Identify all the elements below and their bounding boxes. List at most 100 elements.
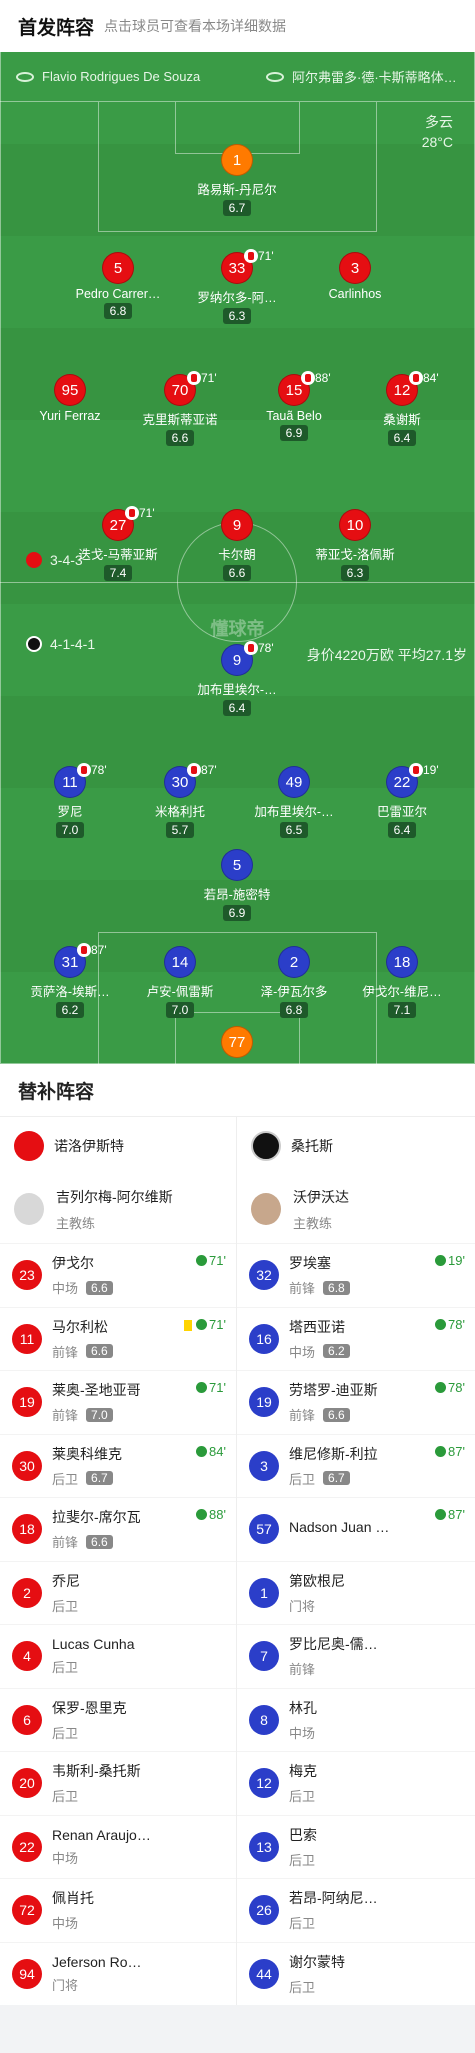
away-sub-row[interactable]: 19 劳塔罗-迪亚斯 前锋 6.6 78' [237,1370,475,1434]
sub-info: 谢尔蒙特 后卫 [289,1952,345,1996]
player-name: 路易斯-丹尼尔 [197,183,277,197]
home-sub-row[interactable]: 72 佩肖托 中场 [0,1878,236,1942]
away-sub-row[interactable]: 57 Nadson Juan … 87' [237,1497,475,1561]
sub-name: Nadson Juan … [289,1518,390,1535]
sub-time: 71' [258,249,274,263]
home-sub-row[interactable]: 4 Lucas Cunha 后卫 [0,1624,236,1688]
away-player[interactable]: 14 卢安-佩雷斯 7.0 [125,946,235,1019]
away-sub-row[interactable]: 7 罗比尼奥-儒… 前锋 [237,1624,475,1688]
away-player[interactable]: 9 78' 加布里埃尔-… 6.4 [182,641,292,717]
sub-number: 12 [249,1768,279,1799]
sub-rating: 6.6 [323,1407,350,1422]
sub-time: 84' [423,371,439,385]
sub-info: Jeferson Ro… 门将 [52,1954,141,1994]
away-player[interactable]: 11 78' 罗尼 7.0 [15,763,125,839]
player-name: 罗尼 [57,805,83,819]
home-sub-row[interactable]: 20 韦斯利-桑托斯 后卫 [0,1751,236,1815]
home-player[interactable]: 70 71' 克里斯蒂亚诺 6.6 [125,371,235,447]
home-sub-row[interactable]: 23 伊戈尔 中场 6.6 71' [0,1243,236,1307]
home-sub-row[interactable]: 6 保罗-恩里克 后卫 [0,1687,236,1752]
sub-number: 44 [249,1958,279,1989]
player-name: 罗纳尔多-阿… [197,291,277,305]
sub-pos-text: 后卫 [289,1471,316,1487]
away-player[interactable]: 30 87' 米格利托 5.7 [125,763,235,839]
home-sub-row[interactable]: 22 Renan Araujo… 中场 [0,1814,236,1879]
away-sub-row[interactable]: 16 塔西亚诺 中场 6.2 78' [237,1306,475,1371]
jersey-number: 10 [339,509,371,541]
sub-name: 梅克 [289,1763,317,1780]
sub-number: 2 [12,1577,42,1608]
home-subs-column: 诺洛伊斯特 吉列尔梅-阿尔维斯 主教练 23 伊戈尔 中场 6.6 71' 11 马尔利松前… [0,1117,237,2005]
sub-pos-text: 前锋 [289,1281,316,1297]
sub-in-time-text: 71' [209,1253,226,1268]
away-player[interactable]: 18 伊戈尔-维尼… 7.1 [347,946,457,1019]
jersey-number: 77 [221,1026,253,1058]
home-player[interactable]: 15 88' Tauã Belo 6.9 [239,371,349,442]
home-sub-row[interactable]: 19 莱奥-圣地亚哥 前锋 7.0 71' [0,1370,236,1434]
away-team-row[interactable]: 桑托斯 [237,1117,475,1175]
home-venue-icon [16,71,34,82]
home-player[interactable]: 95 Yuri Ferraz [15,374,125,423]
sub-in-time-text: 71' [209,1380,226,1395]
home-sub-row[interactable]: 11 马尔利松 前锋 6.6 71' [0,1306,236,1371]
away-player[interactable]: 5 若昂-施密特 6.9 [182,849,292,922]
player-rating: 6.9 [279,425,309,441]
player-rating: 6.4 [387,822,417,838]
player-name: 加布里埃尔-… [254,805,334,819]
sub-in-time: 78' [435,1380,465,1395]
away-sub-row[interactable]: 44 谢尔蒙特 后卫 [237,1941,475,2006]
sub-name: 巴索 [289,1826,317,1843]
player-rating: 6.6 [165,430,195,446]
away-sub-row[interactable]: 13 巴索 后卫 [237,1814,475,1879]
jersey-number: 31 87' [54,943,107,978]
sub-in-time: 71' [196,1253,226,1268]
away-sub-row[interactable]: 12 梅克 后卫 [237,1751,475,1815]
sub-position: 后卫 [289,1977,345,1996]
sub-marker: 71' [244,249,274,263]
away-player[interactable]: 31 87' 贡萨洛-埃斯… 6.2 [15,943,125,1019]
sub-info: 罗埃塞 前锋 6.8 [289,1253,350,1297]
jersey-number: 30 87' [164,763,217,798]
home-player[interactable]: 9 卡尔朗 6.6 [182,509,292,582]
sub-number: 7 [249,1641,279,1672]
home-player[interactable]: 27 71' 迭戈-马蒂亚斯 7.4 [63,506,173,582]
home-coach[interactable]: 吉列尔梅-阿尔维斯 主教练 [0,1175,236,1243]
home-player[interactable]: 12 84' 桑谢斯 6.4 [347,371,457,447]
home-player[interactable]: 1 路易斯-丹尼尔 6.7 [182,144,292,217]
away-team-icon [26,636,42,652]
home-player[interactable]: 3 Carlinhos [300,252,410,301]
home-player[interactable]: 33 71' 罗纳尔多-阿… 6.3 [182,249,292,325]
player-name: 贡萨洛-埃斯… [30,985,110,999]
away-player[interactable]: 2 泽-伊瓦尔多 6.8 [239,946,349,1019]
sub-pos-text: 中场 [289,1344,316,1360]
substitution-icon [301,371,315,385]
home-player[interactable]: 5 Pedro Carrer… 6.8 [63,252,173,320]
home-team-row[interactable]: 诺洛伊斯特 [0,1117,236,1175]
sub-number: 3 [249,1450,279,1481]
jersey-number: 14 [164,946,196,978]
away-sub-row[interactable]: 32 罗埃塞 前锋 6.8 19' [237,1243,475,1307]
away-player[interactable]: 22 19' 巴雷亚尔 6.4 [347,763,457,839]
home-sub-row[interactable]: 30 莱奥科维克 后卫 6.7 84' [0,1433,236,1498]
player-name: Tauã Belo [266,409,322,423]
home-sub-row[interactable]: 18 拉斐尔-席尔瓦 前锋 6.6 88' [0,1497,236,1561]
away-sub-row[interactable]: 3 维尼修斯-利拉 后卫 6.7 87' [237,1433,475,1498]
sub-time: 87' [201,763,217,777]
player-name: Carlinhos [328,287,382,301]
sub-in-icon [196,1255,208,1266]
home-sub-row[interactable]: 94 Jeferson Ro… 门将 [0,1941,236,2006]
sub-pos-text: 中场 [52,1281,79,1297]
away-sub-row[interactable]: 1 第欧根尼 门将 [237,1560,475,1625]
sub-in-time: 84' [196,1444,226,1459]
away-sub-row[interactable]: 8 林孔 中场 [237,1687,475,1752]
player-rating: 6.3 [340,565,370,581]
jersey-number: 11 78' [54,763,107,798]
away-sub-row[interactable]: 26 若昂-阿纳尼… 后卫 [237,1878,475,1942]
away-coach[interactable]: 沃伊沃达 主教练 [237,1175,475,1243]
player-rating: 6.6 [222,565,252,581]
away-player[interactable]: 49 加布里埃尔-… 6.5 [239,766,349,839]
sub-number: 57 [249,1514,279,1545]
home-sub-row[interactable]: 2 乔尼 后卫 [0,1560,236,1625]
away-player[interactable]: 77布拉戴6.9 [182,1026,292,1064]
home-player[interactable]: 10 蒂亚戈-洛佩斯 6.3 [300,509,410,582]
